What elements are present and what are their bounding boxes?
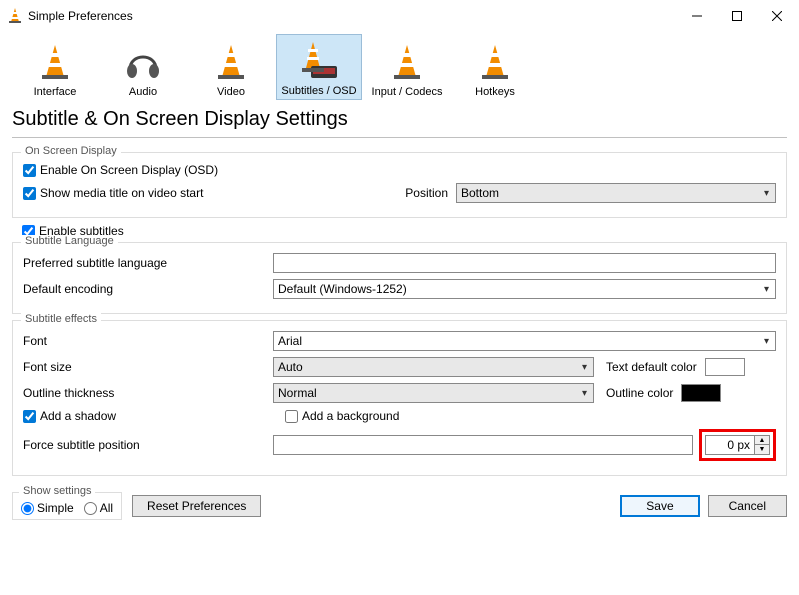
force-position-text[interactable] [273, 435, 693, 455]
tab-subtitles-osd[interactable]: Subtitles / OSD [276, 34, 362, 100]
cancel-label: Cancel [729, 499, 766, 513]
font-select[interactable]: Arial [273, 331, 776, 351]
outline-color-label: Outline color [606, 386, 673, 400]
font-value: Arial [278, 334, 302, 348]
toolbar: Interface Audio Video Subtitles / OSD In… [0, 30, 799, 104]
all-label: All [100, 501, 113, 515]
cone-icon [391, 42, 423, 84]
maximize-button[interactable] [723, 6, 751, 26]
tab-audio[interactable]: Audio [100, 34, 186, 100]
preferred-language-label: Preferred subtitle language [23, 256, 273, 270]
effects-group-title: Subtitle effects [21, 313, 101, 325]
text-color-label: Text default color [606, 360, 697, 374]
tab-label: Hotkeys [475, 86, 515, 98]
outline-color-swatch[interactable] [681, 384, 721, 402]
enable-osd-label: Enable On Screen Display (OSD) [40, 163, 218, 177]
tab-label: Video [217, 86, 245, 98]
tab-interface[interactable]: Interface [12, 34, 98, 100]
outline-thickness-label: Outline thickness [23, 386, 273, 400]
osd-group-title: On Screen Display [21, 145, 121, 157]
page-title: Subtitle & On Screen Display Settings [12, 104, 787, 137]
reset-label: Reset Preferences [147, 499, 246, 513]
language-group: Subtitle Language Preferred subtitle lan… [12, 242, 787, 314]
headphones-icon [124, 42, 162, 84]
enable-osd-input[interactable] [23, 164, 36, 177]
add-background-label: Add a background [302, 409, 399, 423]
font-label: Font [23, 334, 273, 348]
window-title: Simple Preferences [28, 9, 683, 23]
language-group-title: Subtitle Language [21, 235, 118, 247]
save-button[interactable]: Save [620, 495, 699, 517]
cone-clapper-icon [297, 41, 341, 83]
font-size-value: Auto [278, 360, 303, 374]
save-label: Save [646, 499, 673, 513]
add-shadow-input[interactable] [23, 410, 36, 423]
vlc-cone-icon [8, 8, 22, 24]
show-media-title-label: Show media title on video start [40, 186, 203, 200]
highlighted-spinner: ▲ ▼ [699, 429, 776, 461]
effects-group: Subtitle effects Font Arial Font size Au… [12, 320, 787, 476]
tab-label: Input / Codecs [372, 86, 443, 98]
tab-label: Subtitles / OSD [281, 85, 356, 97]
titlebar: Simple Preferences [0, 0, 799, 30]
add-shadow-label: Add a shadow [40, 409, 116, 423]
cone-icon [39, 42, 71, 84]
position-value: Bottom [461, 186, 499, 200]
add-shadow-checkbox[interactable]: Add a shadow [23, 409, 285, 423]
text-color-swatch[interactable] [705, 358, 745, 376]
preferred-language-input[interactable] [273, 253, 776, 273]
default-encoding-select[interactable]: Default (Windows-1252) [273, 279, 776, 299]
cone-icon [215, 42, 247, 84]
outline-thickness-select[interactable]: Normal [273, 383, 594, 403]
add-background-input[interactable] [285, 410, 298, 423]
all-radio[interactable]: All [84, 501, 113, 515]
position-label: Position [405, 186, 448, 200]
spinner-up-button[interactable]: ▲ [755, 436, 769, 445]
enable-subtitles-checkbox[interactable]: Enable subtitles [22, 224, 787, 238]
all-radio-input[interactable] [84, 502, 97, 515]
simple-radio-input[interactable] [21, 502, 34, 515]
font-size-select[interactable]: Auto [273, 357, 594, 377]
bottom-bar: Show settings Simple All Reset Preferenc… [0, 482, 799, 520]
reset-preferences-button[interactable]: Reset Preferences [132, 495, 261, 517]
close-button[interactable] [763, 6, 791, 26]
outline-thickness-value: Normal [278, 386, 317, 400]
show-media-title-input[interactable] [23, 187, 36, 200]
enable-osd-checkbox[interactable]: Enable On Screen Display (OSD) [23, 163, 218, 177]
tab-label: Audio [129, 86, 157, 98]
tab-label: Interface [34, 86, 77, 98]
tab-video[interactable]: Video [188, 34, 274, 100]
default-encoding-label: Default encoding [23, 282, 273, 296]
show-media-title-checkbox[interactable]: Show media title on video start [23, 186, 203, 200]
tab-input-codecs[interactable]: Input / Codecs [364, 34, 450, 100]
cancel-button[interactable]: Cancel [708, 495, 787, 517]
spinner-down-button[interactable]: ▼ [755, 445, 769, 454]
position-select[interactable]: Bottom [456, 183, 776, 203]
show-settings-title: Show settings [19, 485, 95, 497]
cone-icon [479, 42, 511, 84]
force-position-spinner[interactable] [705, 435, 755, 455]
default-encoding-value: Default (Windows-1252) [278, 282, 407, 296]
font-size-label: Font size [23, 360, 273, 374]
add-background-checkbox[interactable]: Add a background [285, 409, 399, 423]
minimize-button[interactable] [683, 6, 711, 26]
force-position-label: Force subtitle position [23, 438, 273, 452]
osd-group: On Screen Display Enable On Screen Displ… [12, 152, 787, 218]
simple-radio[interactable]: Simple [21, 501, 74, 515]
divider [12, 137, 787, 138]
tab-hotkeys[interactable]: Hotkeys [452, 34, 538, 100]
simple-label: Simple [37, 501, 74, 515]
show-settings-group: Show settings Simple All [12, 492, 122, 520]
